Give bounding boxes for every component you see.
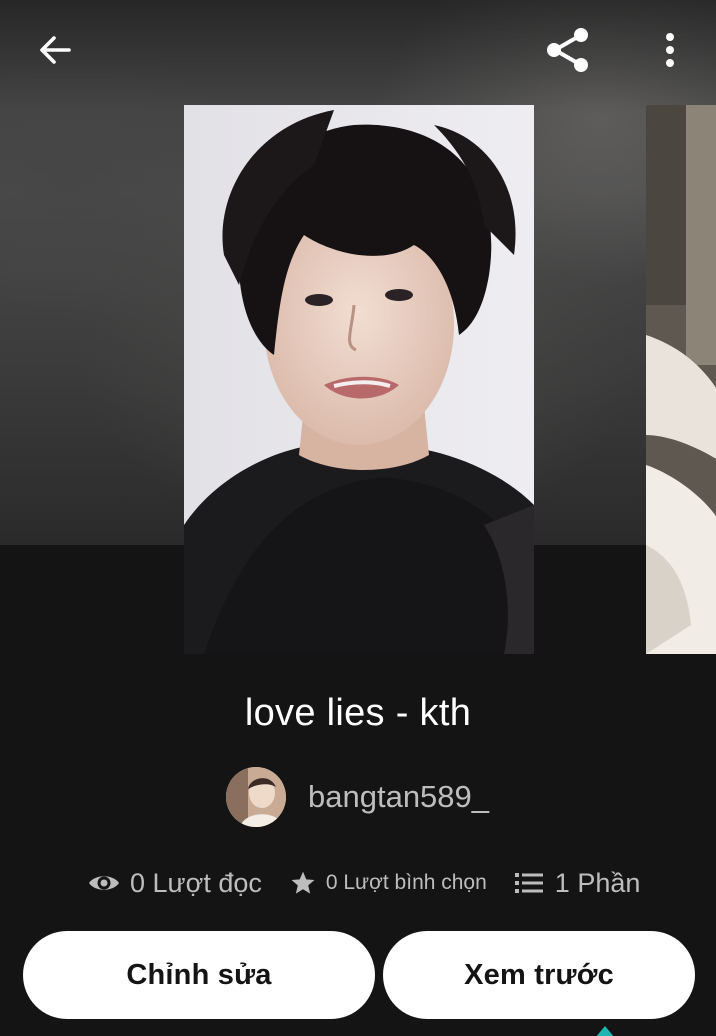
- author-avatar: [226, 767, 286, 827]
- parts-count: 1 Phần: [554, 868, 641, 898]
- share-icon: [547, 28, 588, 72]
- list-icon: [514, 871, 543, 895]
- eye-icon: [88, 871, 120, 895]
- votes-count: 0 Lượt bình chọn: [325, 871, 487, 894]
- author-link[interactable]: bangtan589_: [226, 766, 489, 828]
- star-icon: [290, 870, 316, 896]
- story-cover-image[interactable]: [184, 105, 534, 654]
- scroll-indicator: [595, 1026, 615, 1036]
- share-button[interactable]: [535, 18, 599, 82]
- edit-button[interactable]: Chỉnh sửa: [23, 931, 375, 1019]
- parts-stat: 1 Phần: [514, 865, 641, 901]
- story-stats: 0 Lượt đọc 0 Lượt bình chọn 1 Phần: [88, 860, 640, 906]
- author-name: bangtan589_: [308, 779, 490, 814]
- arrow-left-icon: [40, 36, 71, 64]
- top-app-bar: [0, 0, 716, 100]
- more-vertical-icon: [666, 33, 674, 67]
- more-options-button[interactable]: [648, 22, 692, 78]
- reads-stat: 0 Lượt đọc: [88, 865, 262, 901]
- reads-count: 0 Lượt đọc: [130, 868, 262, 898]
- next-story-cover[interactable]: [646, 105, 716, 654]
- votes-stat: 0 Lượt bình chọn: [290, 868, 487, 898]
- story-details-screen: love lies - kth bangtan589_ 0 Lượt đọc 0…: [0, 0, 716, 1036]
- back-button[interactable]: [22, 22, 88, 78]
- preview-button[interactable]: Xem trước: [383, 931, 695, 1019]
- story-title: love lies - kth: [244, 692, 472, 734]
